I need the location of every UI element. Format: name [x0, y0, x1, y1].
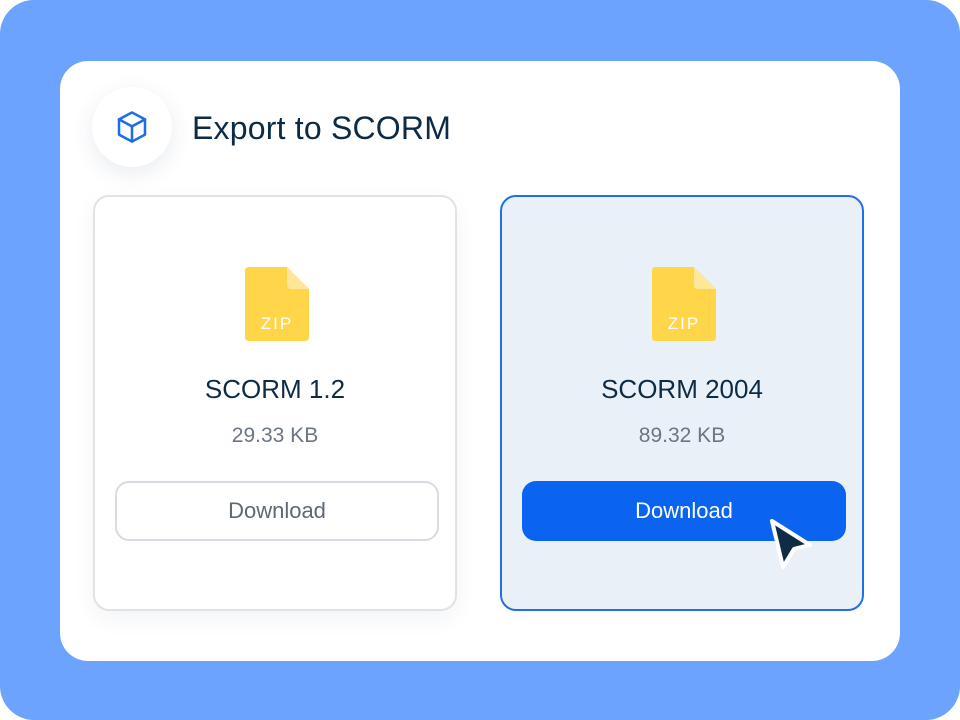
scorm-version-title: SCORM 2004 [601, 374, 763, 404]
download-scorm-1-2-button[interactable]: Download [115, 481, 439, 541]
package-cube-icon [117, 111, 147, 143]
scorm-1-2-card: ZIP SCORM 1.2 29.33 KB Download [93, 195, 457, 611]
header-icon-badge [92, 87, 172, 167]
mouse-pointer-icon [770, 519, 812, 569]
file-size: 89.32 KB [638, 424, 726, 447]
dialog-title: Export to SCORM [192, 110, 452, 146]
zip-file-icon: ZIP [652, 267, 716, 341]
zip-file-label: ZIP [261, 314, 293, 333]
background-frame: Export to SCORM ZIP SCORM 1.2 29.33 KB D… [0, 0, 960, 720]
zip-file-label: ZIP [668, 314, 700, 333]
scorm-version-title: SCORM 1.2 [204, 374, 346, 404]
file-size: 29.33 KB [231, 424, 319, 447]
zip-file-icon: ZIP [245, 267, 309, 341]
